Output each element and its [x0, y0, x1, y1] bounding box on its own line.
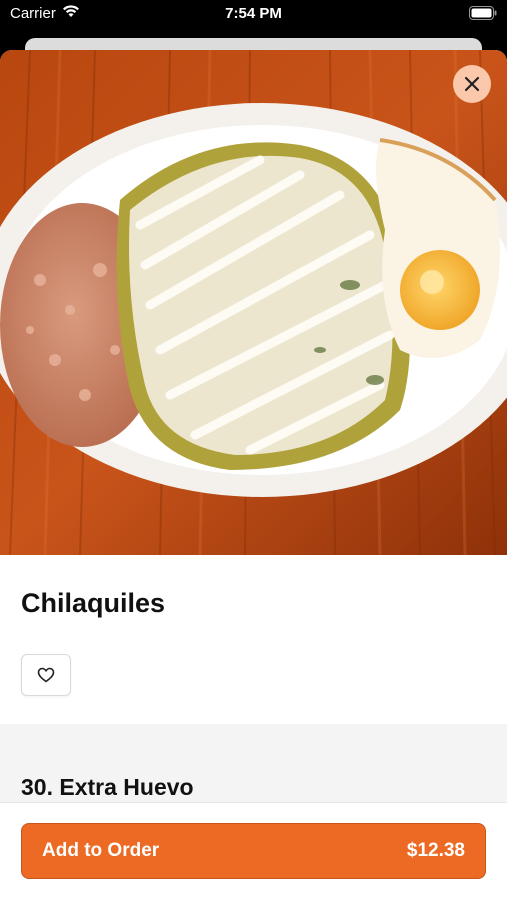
- heart-icon: [37, 667, 55, 683]
- add-to-order-button[interactable]: Add to Order $12.38: [21, 823, 486, 879]
- modifier-section-title: 30. Extra Huevo: [21, 774, 194, 800]
- favorite-button[interactable]: [21, 654, 71, 696]
- add-to-order-label: Add to Order: [42, 840, 160, 861]
- status-bar: Carrier 7:54 PM: [0, 0, 507, 30]
- battery-icon: [469, 6, 497, 24]
- item-detail-sheet: Chilaquiles 30. Extra Huevo Add to Order…: [0, 50, 507, 900]
- food-photo: [0, 50, 507, 555]
- item-name: Chilaquiles: [21, 588, 166, 618]
- order-price: $12.38: [406, 840, 465, 861]
- status-time: 7:54 PM: [225, 5, 282, 22]
- order-footer: Add to Order $12.38: [0, 802, 507, 900]
- close-icon: [464, 76, 480, 92]
- close-button[interactable]: [453, 65, 491, 103]
